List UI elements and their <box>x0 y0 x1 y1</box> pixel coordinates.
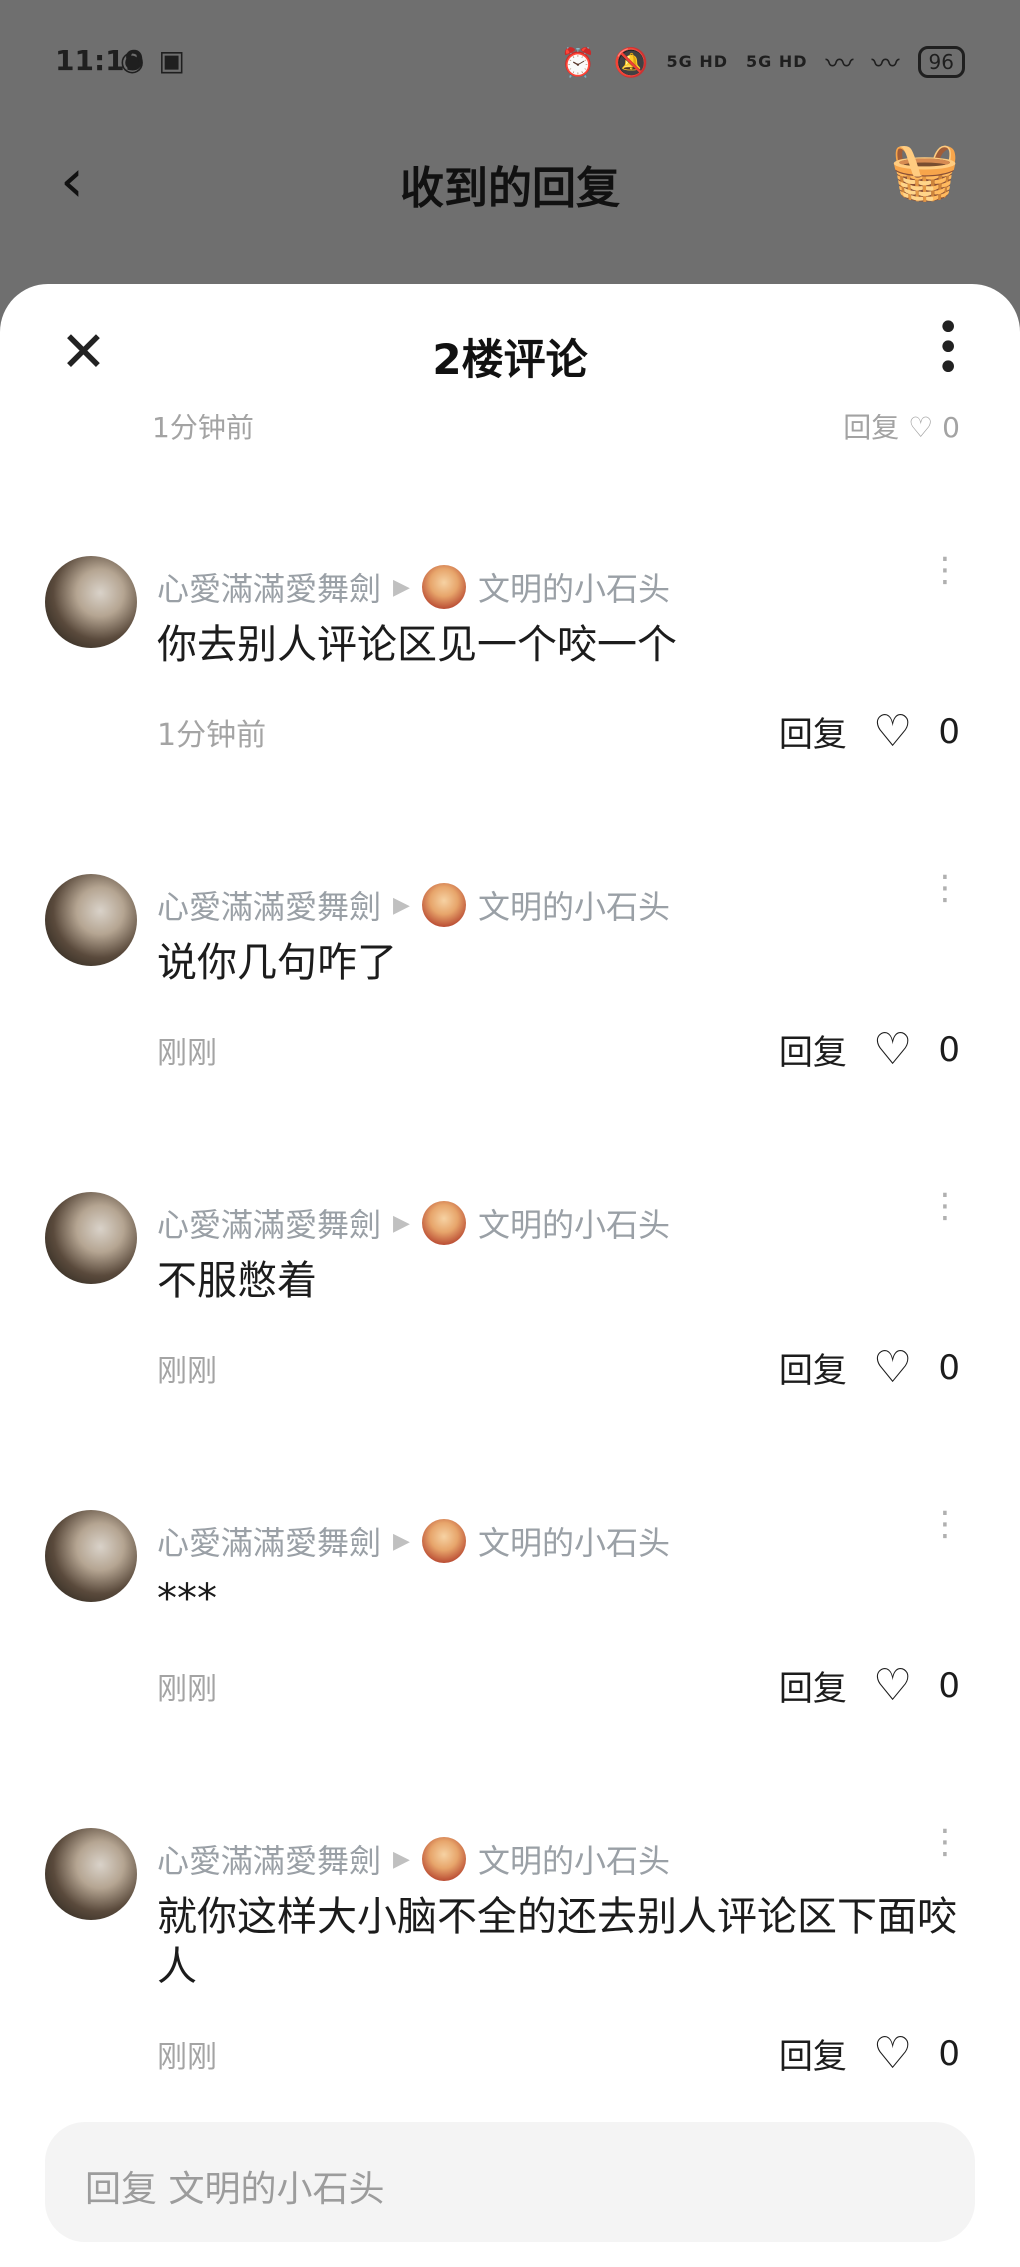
reply-button[interactable]: 回复 <box>843 414 899 444</box>
comment-actions: 回复 ♡ 0 <box>779 1024 960 1075</box>
alarm-icon: ⏰ <box>560 45 596 79</box>
status-bar: 11:19 ◉ ▣ ⏰ 🔕 5G HD 5G HD 〰 〰 96 <box>0 0 1020 130</box>
wechat-icon: ◉ <box>120 44 145 77</box>
reply-arrow-icon: ▶ <box>393 892 410 918</box>
comment-actions: 回复 ♡ 0 <box>779 2028 960 2079</box>
mute-icon: 🔕 <box>613 45 649 79</box>
reply-to-avatar[interactable] <box>421 565 466 609</box>
signal-2: 5G HD <box>746 52 808 71</box>
like-count: 0 <box>942 414 960 444</box>
reply-to-avatar[interactable] <box>421 1519 466 1563</box>
reply-arrow-icon: ▶ <box>393 1846 410 1872</box>
avatar[interactable] <box>45 874 137 966</box>
comment-time: 1分钟前 <box>152 414 254 444</box>
comment-meta: 心愛滿滿愛舞劍 ▶ 文明的小石头 <box>157 1836 670 1882</box>
more-options-icon[interactable]: • • • <box>936 308 960 388</box>
comment-time: 刚刚 <box>157 1035 217 1071</box>
status-left-icons: ◉ ▣ <box>120 44 185 77</box>
author-name[interactable]: 心愛滿滿愛舞劍 <box>157 882 381 928</box>
comment-meta: 心愛滿滿愛舞劍 ▶ 文明的小石头 <box>157 564 670 610</box>
reply-arrow-icon: ▶ <box>393 574 410 600</box>
heart-icon[interactable]: ♡ <box>873 1660 912 1711</box>
comment-more-icon[interactable]: ⋮ <box>928 1507 962 1541</box>
comment-text: *** <box>157 1576 217 1622</box>
page-title: 收到的回复 <box>400 163 620 214</box>
comment-meta: 心愛滿滿愛舞劍 ▶ 文明的小石头 <box>157 1518 670 1564</box>
comment-more-icon[interactable]: ⋮ <box>928 1189 962 1223</box>
app-icon: ▣ <box>158 44 185 77</box>
reply-to-avatar[interactable] <box>421 883 466 927</box>
signal-1: 5G HD <box>666 52 728 71</box>
heart-icon[interactable]: ♡ <box>873 706 912 757</box>
reply-button[interactable]: 回复 <box>779 2029 847 2078</box>
comment-more-icon[interactable]: ⋮ <box>928 553 962 587</box>
reply-button[interactable]: 回复 <box>779 1661 847 1710</box>
author-name[interactable]: 心愛滿滿愛舞劍 <box>157 1200 381 1246</box>
status-right-icons: ⏰ 🔕 5G HD 5G HD 〰 〰 96 <box>561 42 965 82</box>
comment-actions: 回复 ♡ 0 <box>779 1660 960 1711</box>
reply-button[interactable]: 回复 <box>779 1343 847 1392</box>
heart-icon[interactable]: ♡ <box>873 2028 912 2079</box>
comment-footer: 刚刚 回复 ♡ 0 <box>157 1660 960 1711</box>
comment-footer: 刚刚 回复 ♡ 0 <box>157 1024 960 1075</box>
reply-button[interactable]: 回复 <box>779 1025 847 1074</box>
heart-icon[interactable]: ♡ <box>873 1024 912 1075</box>
partial-comment-footer: 1分钟前 回复 ♡ 0 <box>0 414 1020 444</box>
reply-arrow-icon: ▶ <box>393 1528 410 1554</box>
partial-actions: 回复 ♡ 0 <box>843 414 960 444</box>
avatar[interactable] <box>45 556 137 648</box>
like-count: 0 <box>938 1665 960 1706</box>
basket-icon[interactable]: 🧺 <box>890 138 960 204</box>
comment-text: 就你这样大小脑不全的还去别人评论区下面咬人 <box>157 1894 957 1990</box>
reply-to-avatar[interactable] <box>421 1201 466 1245</box>
comment-more-icon[interactable]: ⋮ <box>928 1825 962 1859</box>
avatar[interactable] <box>45 1192 137 1284</box>
comment-actions: 回复 ♡ 0 <box>779 1342 960 1393</box>
sheet-title: 2楼评论 <box>432 335 588 384</box>
author-name[interactable]: 心愛滿滿愛舞劍 <box>157 564 381 610</box>
comment-text: 不服憋着 <box>157 1258 317 1304</box>
avatar[interactable] <box>45 1510 137 1602</box>
comment-sheet: ✕ 2楼评论 • • • 1分钟前 回复 ♡ 0 心愛滿滿愛舞劍 ▶ 文明的小石头 … <box>0 284 1020 2267</box>
reply-arrow-icon: ▶ <box>393 1210 410 1236</box>
like-count: 0 <box>938 1029 960 1070</box>
comment-meta: 心愛滿滿愛舞劍 ▶ 文明的小石头 <box>157 882 670 928</box>
battery-indicator: 96 <box>917 46 965 78</box>
top-navigation: ‹ 收到的回复 🧺 <box>0 130 1020 250</box>
wifi-icon-2: 〰 <box>871 47 900 80</box>
comment-footer: 1分钟前 回复 ♡ 0 <box>157 706 960 757</box>
reply-to-name[interactable]: 文明的小石头 <box>478 564 670 610</box>
like-count: 0 <box>938 711 960 752</box>
author-name[interactable]: 心愛滿滿愛舞劍 <box>157 1518 381 1564</box>
reply-to-name[interactable]: 文明的小石头 <box>478 882 670 928</box>
comment-text: 说你几句咋了 <box>157 940 397 986</box>
comment-footer: 刚刚 回复 ♡ 0 <box>157 1342 960 1393</box>
like-count: 0 <box>938 1347 960 1388</box>
like-count: 0 <box>938 2033 960 2074</box>
reply-to-name[interactable]: 文明的小石头 <box>478 1200 670 1246</box>
reply-to-name[interactable]: 文明的小石头 <box>478 1518 670 1564</box>
reply-input[interactable]: 回复 文明的小石头 <box>45 2122 975 2242</box>
comment-time: 刚刚 <box>157 1671 217 1707</box>
wifi-icon: 〰 <box>825 47 854 80</box>
comment-more-icon[interactable]: ⋮ <box>928 871 962 905</box>
comment-time: 刚刚 <box>157 2039 217 2075</box>
comment-actions: 回复 ♡ 0 <box>779 706 960 757</box>
reply-button[interactable]: 回复 <box>779 707 847 756</box>
reply-to-avatar[interactable] <box>421 1837 466 1881</box>
comment-footer: 刚刚 回复 ♡ 0 <box>157 2028 960 2079</box>
comment-text: 你去别人评论区见一个咬一个 <box>157 622 677 668</box>
reply-input-placeholder: 回复 文明的小石头 <box>85 2169 385 2210</box>
sheet-header: ✕ 2楼评论 • • • <box>0 284 1020 424</box>
avatar[interactable] <box>45 1828 137 1920</box>
comment-time: 1分钟前 <box>157 717 267 753</box>
reply-to-name[interactable]: 文明的小石头 <box>478 1836 670 1882</box>
author-name[interactable]: 心愛滿滿愛舞劍 <box>157 1836 381 1882</box>
comment-meta: 心愛滿滿愛舞劍 ▶ 文明的小石头 <box>157 1200 670 1246</box>
heart-icon[interactable]: ♡ <box>908 414 933 444</box>
comment-time: 刚刚 <box>157 1353 217 1389</box>
heart-icon[interactable]: ♡ <box>873 1342 912 1393</box>
